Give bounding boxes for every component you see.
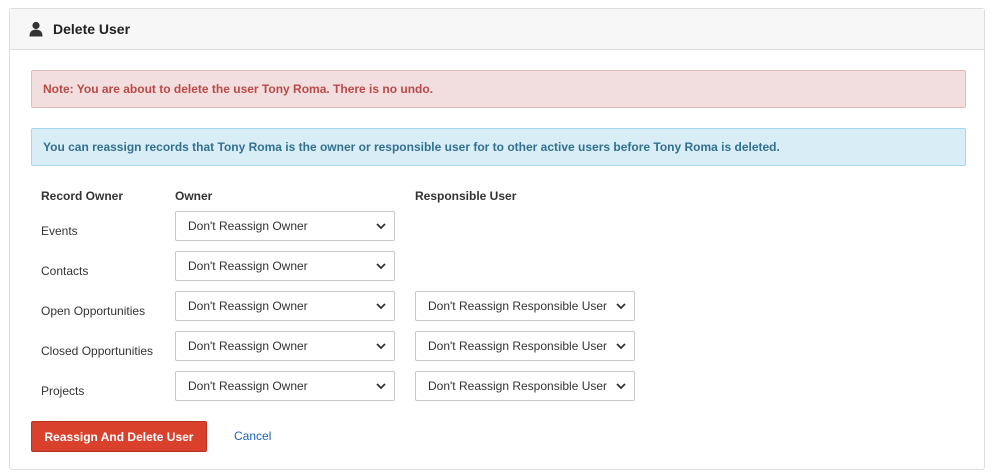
contacts-owner-select[interactable]: Don't Reassign Owner — [175, 251, 395, 281]
projects-responsible-select[interactable]: Don't Reassign Responsible User — [415, 371, 635, 401]
header-responsible-user: Responsible User — [415, 189, 517, 203]
row-label-projects: Projects — [41, 384, 85, 398]
select-value: Don't Reassign Owner — [188, 379, 308, 393]
cancel-link[interactable]: Cancel — [234, 429, 271, 443]
row-label-closed-opportunities: Closed Opportunities — [41, 344, 154, 358]
danger-alert-text: Note: You are about to delete the user T… — [43, 82, 434, 96]
panel-title: Delete User — [53, 21, 131, 37]
reassign-and-delete-button[interactable]: Reassign And Delete User — [31, 421, 207, 452]
closed-opportunities-owner-select[interactable]: Don't Reassign Owner — [175, 331, 395, 361]
panel-header: Delete User — [10, 9, 984, 50]
danger-alert: Note: You are about to delete the user T… — [31, 70, 966, 108]
info-alert: You can reassign records that Tony Roma … — [31, 128, 966, 166]
chevron-down-icon — [376, 382, 386, 390]
row-label-events: Events — [41, 224, 78, 238]
open-opportunities-owner-select[interactable]: Don't Reassign Owner — [175, 291, 395, 321]
closed-opportunities-responsible-select[interactable]: Don't Reassign Responsible User — [415, 331, 635, 361]
chevron-down-icon — [616, 302, 626, 310]
chevron-down-icon — [616, 382, 626, 390]
select-value: Don't Reassign Responsible User — [428, 339, 608, 353]
projects-owner-select[interactable]: Don't Reassign Owner — [175, 371, 395, 401]
chevron-down-icon — [376, 342, 386, 350]
header-record-owner: Record Owner — [41, 189, 124, 203]
info-alert-text: You can reassign records that Tony Roma … — [43, 140, 780, 154]
select-value: Don't Reassign Owner — [188, 259, 308, 273]
select-value: Don't Reassign Owner — [188, 219, 308, 233]
chevron-down-icon — [616, 342, 626, 350]
row-label-open-opportunities: Open Opportunities — [41, 304, 146, 318]
header-owner: Owner — [175, 189, 213, 203]
user-icon — [29, 21, 43, 37]
chevron-down-icon — [376, 222, 386, 230]
select-value: Don't Reassign Responsible User — [428, 379, 608, 393]
select-value: Don't Reassign Owner — [188, 339, 308, 353]
select-value: Don't Reassign Owner — [188, 299, 308, 313]
open-opportunities-responsible-select[interactable]: Don't Reassign Responsible User — [415, 291, 635, 321]
select-value: Don't Reassign Responsible User — [428, 299, 608, 313]
chevron-down-icon — [376, 302, 386, 310]
chevron-down-icon — [376, 262, 386, 270]
events-owner-select[interactable]: Don't Reassign Owner — [175, 211, 395, 241]
delete-user-panel: Delete User Note: You are about to delet… — [9, 8, 985, 470]
row-label-contacts: Contacts — [41, 264, 89, 278]
